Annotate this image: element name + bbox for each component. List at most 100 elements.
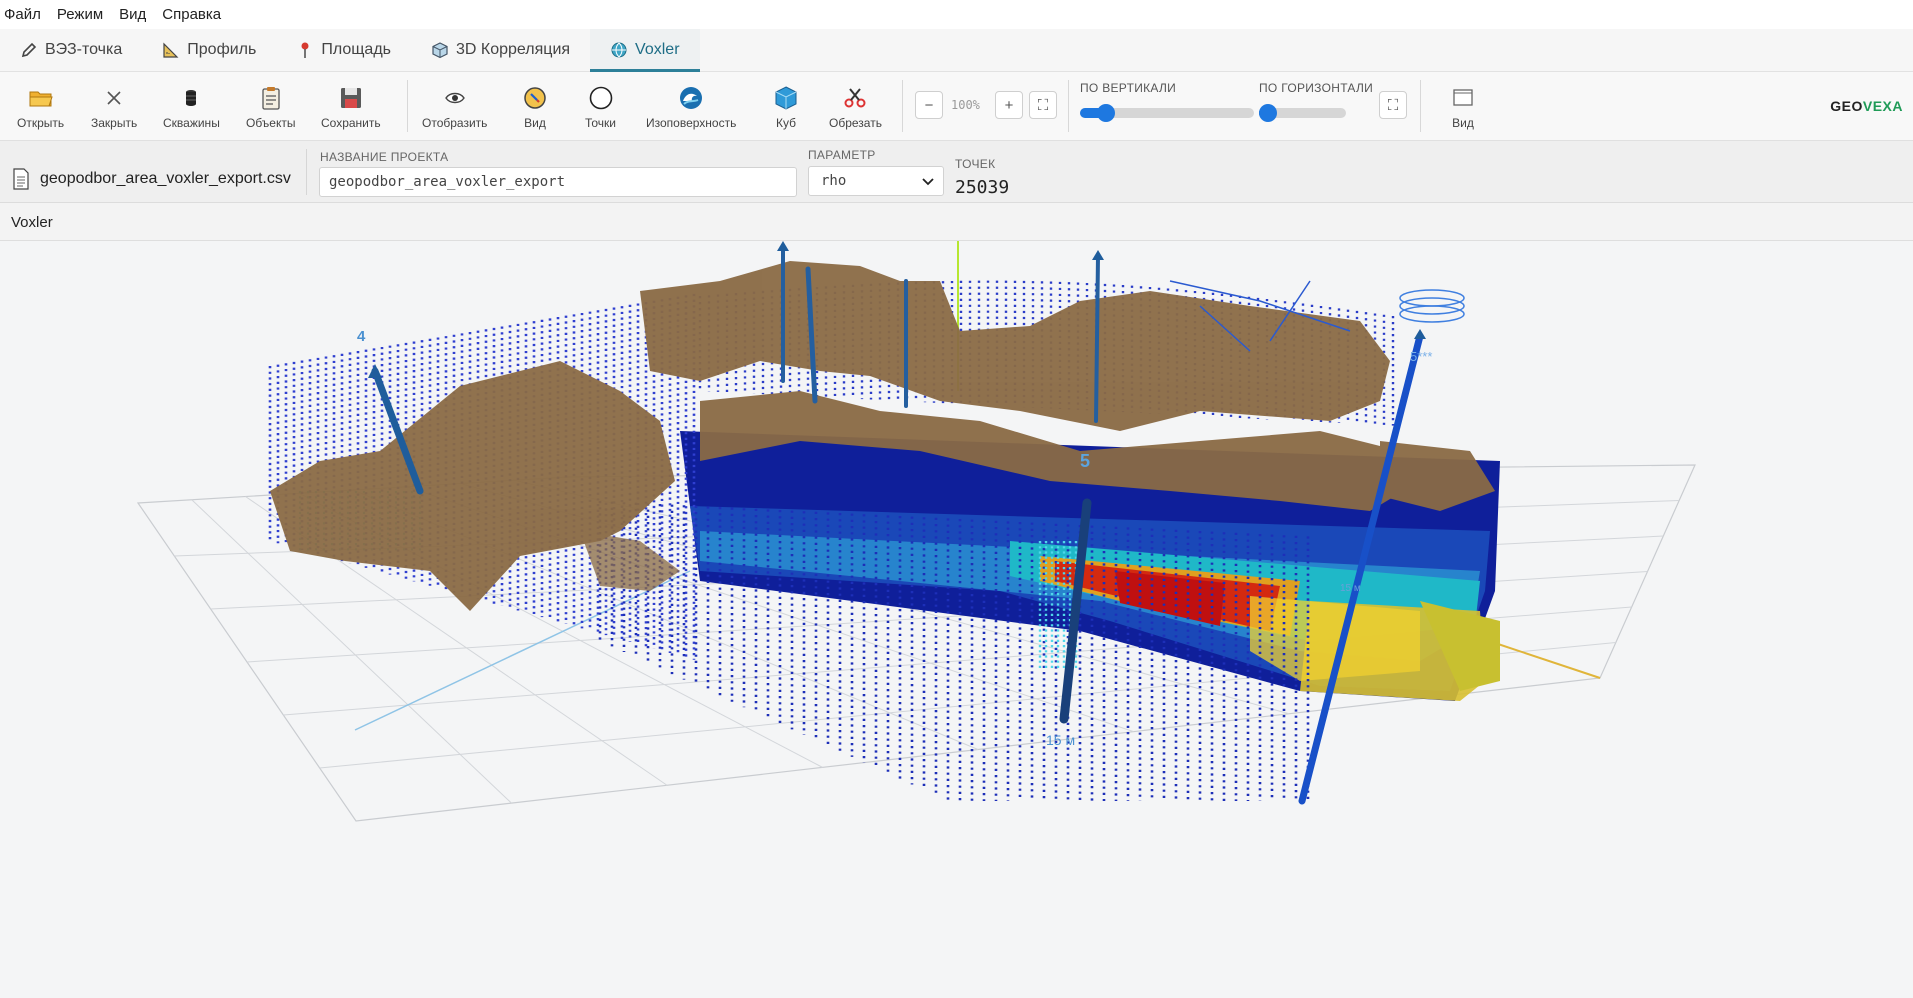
tab-3d-correlation[interactable]: 3D Корреляция <box>411 29 590 71</box>
isosurface-button[interactable]: Изоповерхность <box>646 84 736 130</box>
menu-file[interactable]: Файл <box>0 6 49 23</box>
brand-part-1: GEO <box>1830 98 1863 114</box>
globe-icon <box>610 41 628 59</box>
objects-button[interactable]: Объекты <box>246 84 296 130</box>
tab-voxler[interactable]: Voxler <box>590 29 700 72</box>
menu-view[interactable]: Вид <box>111 6 154 23</box>
eye-icon <box>444 92 465 104</box>
save-label: Сохранить <box>321 116 381 130</box>
folder-icon <box>29 91 53 107</box>
close-label: Закрыть <box>91 116 138 130</box>
cube-icon <box>775 86 797 110</box>
objects-label: Объекты <box>246 116 296 130</box>
wells-button[interactable]: Скважины <box>163 84 220 130</box>
tab-label: Площадь <box>321 41 391 58</box>
close-icon <box>107 91 121 105</box>
pin-icon <box>296 41 314 59</box>
panel-header: Voxler <box>0 203 1913 241</box>
wave-icon <box>680 87 703 109</box>
cube-button[interactable]: Куб <box>772 84 800 130</box>
zoom-out-button[interactable]: − <box>915 91 943 119</box>
depth-label: 15 м <box>1340 583 1361 594</box>
pencil-icon <box>20 41 38 59</box>
well-label: 5 <box>1080 451 1090 471</box>
display-label: Отобразить <box>422 116 488 130</box>
view-window-label: Вид <box>1452 116 1474 130</box>
horizontal-scale-slider[interactable] <box>1258 104 1346 122</box>
vertical-scale-slider[interactable] <box>1080 104 1254 122</box>
voxler-3d-viewport[interactable]: 1 skv2 3 4 5 5*** 15 м 15 м <box>0 241 1913 998</box>
chevron-down-icon <box>922 178 934 186</box>
tab-label: Voxler <box>635 41 680 58</box>
window-icon <box>1453 89 1473 106</box>
toolbar-divider <box>1068 80 1069 132</box>
brand-part-2: VEXA <box>1862 98 1903 114</box>
project-name-label: НАЗВАНИЕ ПРОЕКТА <box>320 150 449 164</box>
parameter-label: ПАРАМЕТР <box>808 148 876 162</box>
points-button[interactable]: Точки <box>585 84 616 130</box>
document-icon <box>13 168 29 190</box>
toolbar-divider <box>1420 80 1421 132</box>
open-button[interactable]: Открыть <box>17 84 64 130</box>
wells-label: Скважины <box>163 116 220 130</box>
toolbar-divider <box>407 80 408 132</box>
voxel-scene[interactable]: 1 skv2 3 4 5 5*** 15 м 15 м <box>0 241 1913 998</box>
fullscreen-button[interactable]: ⛶ <box>1379 91 1407 119</box>
vertical-scale-label: ПО ВЕРТИКАЛИ <box>1080 81 1177 95</box>
points-label: Точки <box>585 116 617 130</box>
toolbar-divider <box>902 80 903 132</box>
tab-label: Профиль <box>187 41 257 58</box>
axis-line-x <box>354 570 691 731</box>
zoom-level: 100% <box>951 98 980 112</box>
project-bar: geopodbor_area_voxler_export.csv НАЗВАНИ… <box>0 141 1913 203</box>
cube-icon <box>431 41 449 59</box>
parameter-select[interactable]: rho <box>808 166 944 196</box>
zoom-in-button[interactable]: + <box>995 91 1023 119</box>
fit-button[interactable]: ⛶ <box>1029 91 1057 119</box>
project-divider <box>306 149 307 195</box>
panel-title: Voxler <box>11 214 53 231</box>
save-button[interactable]: Сохранить <box>321 84 381 130</box>
tab-bar: ВЭЗ-точка Профиль Площадь 3D Корреляция … <box>0 29 1913 72</box>
project-name-input[interactable]: geopodbor_area_voxler_export <box>319 167 797 197</box>
file-name-text: geopodbor_area_voxler_export.csv <box>40 170 291 187</box>
tab-label: 3D Корреляция <box>456 41 571 58</box>
file-name: geopodbor_area_voxler_export.csv <box>12 168 291 190</box>
well-label: 3 <box>1096 241 1101 243</box>
compass-icon <box>524 87 546 109</box>
menu-mode[interactable]: Режим <box>49 6 111 23</box>
circle-icon <box>589 86 612 110</box>
tab-label: ВЭЗ-точка <box>45 41 123 58</box>
floppy-icon <box>340 88 361 108</box>
depth-label: 15 м <box>1046 732 1075 748</box>
points-count-value: 25039 <box>955 177 1010 198</box>
isosurface-label: Изоповерхность <box>646 116 737 130</box>
axis-line-y <box>1494 642 1601 679</box>
clipboard-icon <box>262 87 280 110</box>
clip-label: Обрезать <box>829 116 882 130</box>
slider-handle[interactable] <box>1258 104 1277 122</box>
view-label: Вид <box>524 116 546 130</box>
toolbar: Открыть Закрыть Скважины Объекты Сохрани… <box>0 72 1913 141</box>
close-button[interactable]: Закрыть <box>91 84 137 130</box>
well-label: 5*** <box>1410 349 1432 364</box>
view-button[interactable]: Вид <box>521 84 549 130</box>
tab-area[interactable]: Площадь <box>276 29 411 71</box>
scissors-icon <box>844 88 866 108</box>
horizontal-scale-label: ПО ГОРИЗОНТАЛИ <box>1259 81 1374 95</box>
menu-help[interactable]: Справка <box>154 6 229 23</box>
view-window-button[interactable]: Вид <box>1449 84 1477 130</box>
points-count-label: ТОЧЕК <box>955 157 996 171</box>
well-label: 4 <box>357 328 366 345</box>
tab-profile[interactable]: Профиль <box>142 29 276 71</box>
parameter-value: rho <box>821 173 847 189</box>
brand-logo: GEOVEXA <box>1830 98 1903 114</box>
menu-bar: Файл Режим Вид Справка <box>0 0 1913 29</box>
cube-label: Куб <box>776 116 796 130</box>
ruler-icon <box>162 41 180 59</box>
tab-vez-point[interactable]: ВЭЗ-точка <box>0 29 142 71</box>
open-label: Открыть <box>17 116 65 130</box>
display-button[interactable]: Отобразить <box>422 84 487 130</box>
clip-button[interactable]: Обрезать <box>829 84 882 130</box>
slider-handle[interactable] <box>1097 104 1116 122</box>
